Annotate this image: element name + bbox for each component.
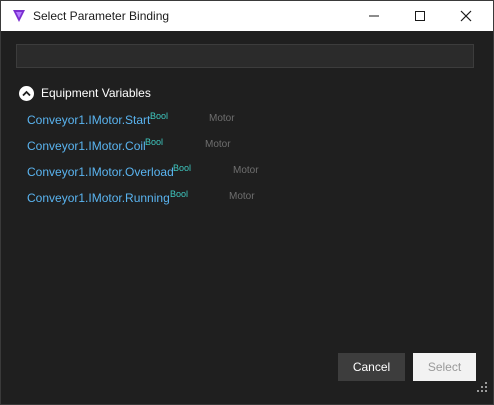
search-input[interactable] [16,44,474,68]
variable-type-badge: Bool [145,137,164,147]
variable-name[interactable]: Conveyor1.IMotor.Overload [27,165,174,179]
variable-type-badge: Bool [150,111,169,121]
window-title: Select Parameter Binding [33,9,170,23]
variable-category: Motor [229,191,255,202]
minimize-icon [369,15,379,17]
maximize-button[interactable] [397,1,443,31]
group-title: Equipment Variables [41,86,151,100]
variable-name[interactable]: Conveyor1.IMotor.Start [27,113,150,127]
variable-type-badge: Bool [170,189,189,199]
variable-category: Motor [233,165,259,176]
variable-name[interactable]: Conveyor1.IMotor.Running [27,191,170,205]
close-icon [460,10,472,22]
select-button[interactable]: Select [413,353,476,381]
equipment-variables-group-header[interactable]: Equipment Variables [19,85,151,101]
cancel-button[interactable]: Cancel [338,353,405,381]
select-parameter-binding-dialog: Select Parameter Binding Equipment Varia… [0,0,494,405]
resize-grip-icon[interactable] [476,381,488,393]
chevron-up-icon [22,90,31,96]
title-bar[interactable]: Select Parameter Binding [1,1,493,31]
collapse-button[interactable] [19,85,34,101]
app-icon [13,10,25,22]
close-button[interactable] [443,1,489,31]
variable-name[interactable]: Conveyor1.IMotor.Coil [27,139,146,153]
minimize-button[interactable] [351,1,397,31]
variable-type-badge: Bool [173,163,192,173]
variable-category: Motor [205,139,231,150]
variable-category: Motor [209,113,235,124]
maximize-icon [415,11,425,21]
